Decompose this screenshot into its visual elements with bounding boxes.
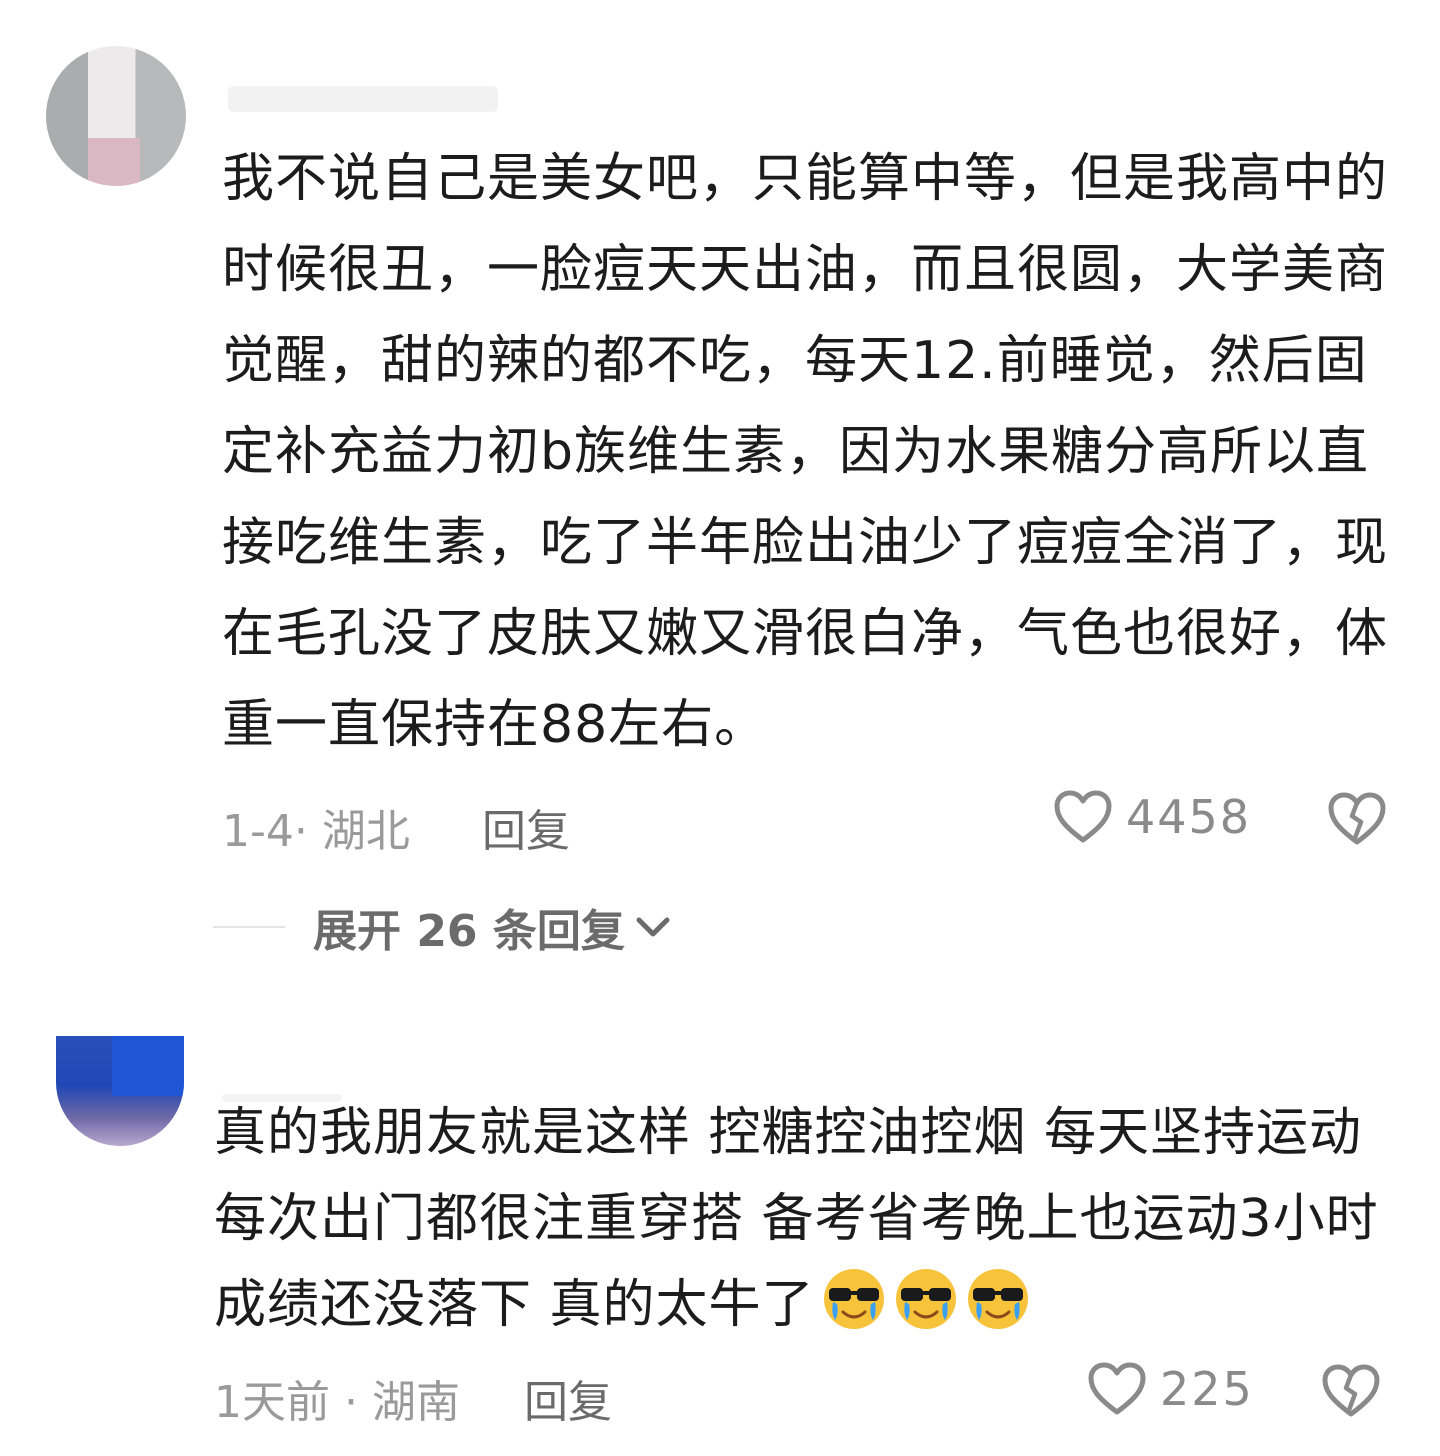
username-blurred[interactable] <box>228 86 498 112</box>
like-count: 4458 <box>1126 790 1252 844</box>
expand-replies-label: 展开 26 条回复 <box>313 906 625 957</box>
sunglasses-crying-emoji <box>895 1269 956 1329</box>
broken-heart-icon <box>1328 792 1386 845</box>
sunglasses-crying-emoji <box>823 1269 884 1329</box>
like-count: 225 <box>1160 1362 1254 1416</box>
sunglasses-crying-emoji <box>967 1269 1028 1329</box>
broken-heart-icon <box>1322 1364 1380 1417</box>
like-button[interactable]: 225 <box>1088 1362 1254 1416</box>
comment-text-body: 真的我朋友就是这样 控糖控油控烟 每天坚持运动 每次出门都很注重穿搭 备考省考晚… <box>214 1103 1379 1335</box>
comment-meta: 1-4· 湖北 <box>222 806 410 857</box>
comment-text: 我不说自己是美女吧，只能算中等，但是我高中的时候很丑，一脸痘天天出油，而且很圆，… <box>222 149 1389 755</box>
chevron-down-icon <box>636 917 670 937</box>
dislike-button[interactable] <box>1328 792 1386 850</box>
comment-meta: 1天前 · 湖南 <box>214 1377 460 1428</box>
avatar[interactable] <box>56 1036 184 1146</box>
reply-button[interactable]: 回复 <box>482 795 570 859</box>
comment-text: 真的我朋友就是这样 控糖控油控烟 每天坚持运动 每次出门都很注重穿搭 备考省考晚… <box>214 1090 1390 1348</box>
expand-replies-button[interactable]: 展开 26 条回复 <box>213 895 673 959</box>
avatar[interactable] <box>46 46 186 186</box>
like-button[interactable]: 4458 <box>1054 790 1251 844</box>
divider-line <box>213 926 285 928</box>
heart-outline-icon <box>1088 1362 1146 1415</box>
dislike-button[interactable] <box>1322 1364 1380 1422</box>
reply-button[interactable]: 回复 <box>524 1366 612 1430</box>
heart-outline-icon <box>1054 790 1112 843</box>
